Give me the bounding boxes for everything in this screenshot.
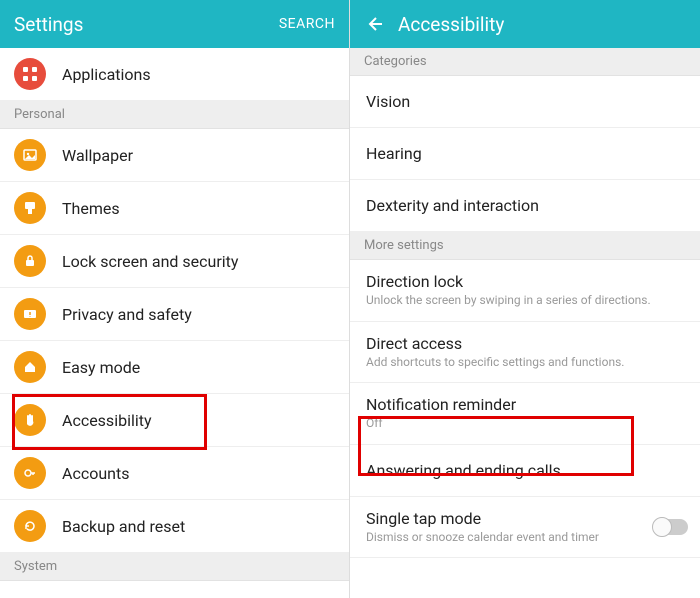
brush-icon [14, 192, 46, 224]
settings-item-accessibility[interactable]: Accessibility [0, 394, 349, 447]
grid-icon [14, 58, 46, 90]
home-icon [14, 351, 46, 383]
section-more: More settings [350, 232, 700, 260]
item-label: Lock screen and security [62, 252, 238, 271]
settings-item-backup[interactable]: Backup and reset [0, 500, 349, 553]
item-sub: Off [366, 416, 383, 432]
item-label: Privacy and safety [62, 305, 192, 324]
toggle-switch[interactable] [654, 519, 688, 535]
hand-icon [14, 404, 46, 436]
setting-answering-calls[interactable]: Answering and ending calls [350, 445, 700, 497]
item-label: Accounts [62, 464, 129, 483]
item-label: Notification reminder [366, 395, 516, 414]
item-sub: Unlock the screen by swiping in a series… [366, 293, 651, 309]
item-label: Hearing [366, 144, 422, 163]
item-label: Direct access [366, 334, 462, 353]
item-label: Direction lock [366, 272, 463, 291]
settings-item-lockscreen[interactable]: Lock screen and security [0, 235, 349, 288]
item-label: Answering and ending calls [366, 461, 561, 480]
settings-item-applications[interactable]: Applications [0, 48, 349, 101]
category-dexterity[interactable]: Dexterity and interaction [350, 180, 700, 232]
settings-pane: Settings SEARCH Applications Personal Wa… [0, 0, 350, 598]
setting-notification-reminder[interactable]: Notification reminder Off [350, 383, 700, 445]
setting-direct-access[interactable]: Direct access Add shortcuts to specific … [350, 322, 700, 384]
category-vision[interactable]: Vision [350, 76, 700, 128]
category-hearing[interactable]: Hearing [350, 128, 700, 180]
section-categories: Categories [350, 48, 700, 76]
item-label: Accessibility [62, 411, 152, 430]
key-icon [14, 457, 46, 489]
warning-icon [14, 298, 46, 330]
item-label: Wallpaper [62, 146, 133, 165]
back-arrow-icon[interactable] [364, 14, 384, 34]
settings-item-easymode[interactable]: Easy mode [0, 341, 349, 394]
setting-single-tap[interactable]: Single tap mode Dismiss or snooze calend… [350, 497, 700, 559]
lock-icon [14, 245, 46, 277]
item-label: Backup and reset [62, 517, 185, 536]
settings-item-themes[interactable]: Themes [0, 182, 349, 235]
accessibility-title: Accessibility [398, 13, 686, 36]
item-label: Dexterity and interaction [366, 196, 539, 215]
settings-item-accounts[interactable]: Accounts [0, 447, 349, 500]
item-label: Single tap mode [366, 509, 481, 528]
settings-header: Settings SEARCH [0, 0, 349, 48]
search-button[interactable]: SEARCH [279, 16, 335, 32]
setting-direction-lock[interactable]: Direction lock Unlock the screen by swip… [350, 260, 700, 322]
item-label: Themes [62, 199, 120, 218]
settings-item-privacy[interactable]: Privacy and safety [0, 288, 349, 341]
item-sub: Add shortcuts to specific settings and f… [366, 355, 624, 371]
section-system: System [0, 553, 349, 581]
item-label: Applications [62, 65, 151, 84]
accessibility-header: Accessibility [350, 0, 700, 48]
item-sub: Dismiss or snooze calendar event and tim… [366, 530, 599, 546]
section-personal: Personal [0, 101, 349, 129]
refresh-icon [14, 510, 46, 542]
image-icon [14, 139, 46, 171]
accessibility-pane: Accessibility Categories Vision Hearing … [350, 0, 700, 598]
settings-title: Settings [14, 13, 279, 36]
settings-item-wallpaper[interactable]: Wallpaper [0, 129, 349, 182]
item-label: Easy mode [62, 358, 140, 377]
item-label: Vision [366, 92, 410, 111]
